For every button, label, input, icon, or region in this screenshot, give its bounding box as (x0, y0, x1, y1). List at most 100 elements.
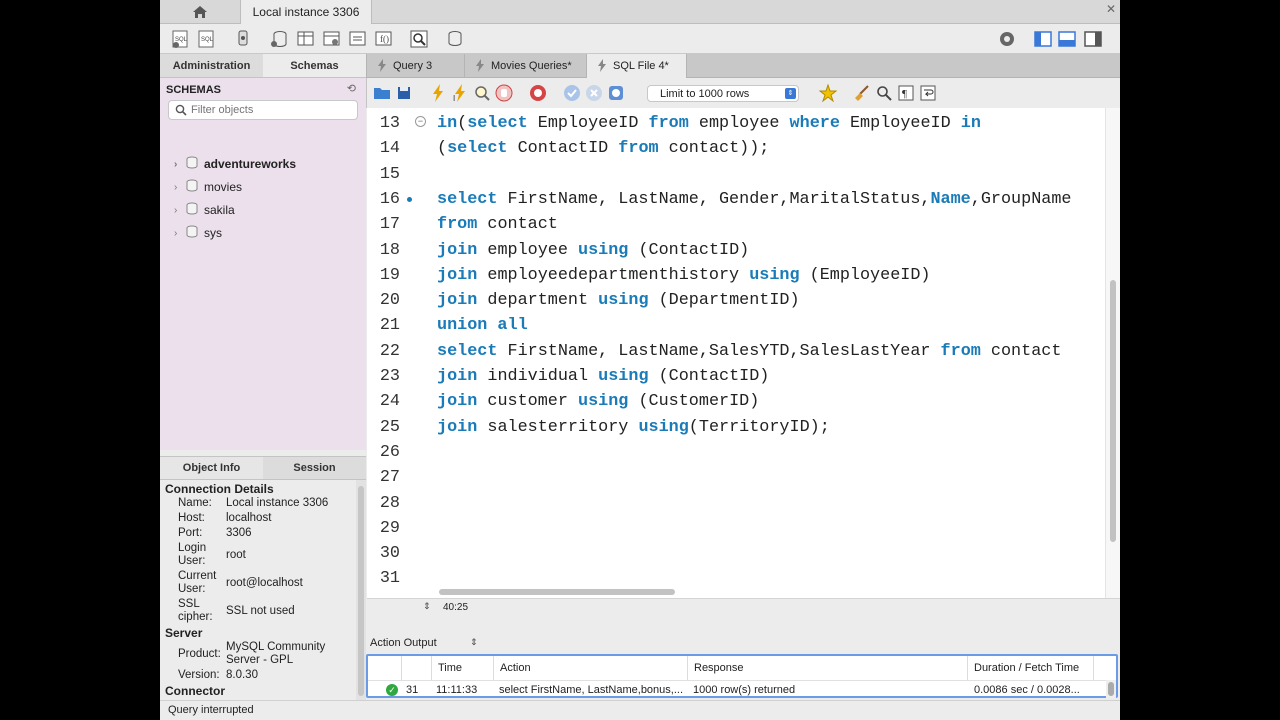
code-token: EmployeeID (839, 114, 961, 133)
code-token: ContactID (507, 139, 619, 159)
chevron-right-icon[interactable]: › (174, 182, 186, 193)
code-line[interactable]: 15 (367, 162, 1105, 187)
tab-query-3[interactable]: Query 3 (367, 54, 465, 78)
chevron-right-icon[interactable]: › (174, 205, 186, 216)
chevron-right-icon[interactable]: › (174, 228, 186, 239)
code-line[interactable]: 28 (367, 491, 1105, 516)
tab-object-info[interactable]: Object Info (160, 457, 263, 479)
info-scrollbar[interactable] (356, 480, 366, 700)
code-line[interactable]: 19 join employeedepartmenthistory using (… (367, 263, 1105, 288)
stop-hand-icon[interactable] (493, 82, 515, 104)
chevron-updown-icon[interactable]: ⇕ (470, 637, 478, 648)
code-line[interactable]: 16 select FirstName, LastName, Gender,Mar… (367, 187, 1105, 212)
connection-tab[interactable]: Local instance 3306 (240, 0, 372, 24)
scrollbar-thumb[interactable] (1110, 280, 1116, 542)
tab-movies-queries[interactable]: Movies Queries* (465, 54, 587, 78)
scrollbar-thumb[interactable] (439, 589, 675, 595)
schema-item-sys[interactable]: › sys (174, 223, 222, 243)
execute-current-statement-icon[interactable]: I (449, 82, 471, 104)
beautify-broom-icon[interactable] (851, 82, 873, 104)
code-line[interactable]: 20 join department using (DepartmentID) (367, 288, 1105, 313)
create-procedure-icon[interactable] (346, 28, 368, 50)
output-scrollbar[interactable] (1106, 680, 1116, 698)
code-line[interactable]: 18 join employee using (ContactID) (367, 238, 1105, 263)
query-tab-bar: Query 3 Movies Queries* SQL File 4* (366, 54, 1120, 78)
code-line[interactable]: 24 join customer using (CustomerID) (367, 389, 1105, 414)
reconnect-icon[interactable] (444, 28, 466, 50)
code-line[interactable]: 25 join salesterritory using(TerritoryID)… (367, 415, 1105, 440)
toggle-sidebar-icon[interactable] (1032, 28, 1054, 50)
code-line[interactable]: 14 (select ContactID from contact)); (367, 136, 1105, 161)
tab-sql-file-4[interactable]: SQL File 4* (587, 54, 687, 78)
chevron-updown-icon: ⇕ (785, 88, 796, 99)
refresh-icon[interactable]: ⟲ (347, 82, 356, 95)
column-header-duration[interactable]: Duration / Fetch Time (968, 656, 1094, 680)
fold-toggle-icon[interactable]: − (415, 116, 426, 127)
code-token: FirstName, LastName,SalesYTD,SalesLastYe… (497, 341, 941, 361)
sql-editor[interactable]: 13− in(select EmployeeID from employee wh… (367, 108, 1105, 598)
create-view-icon[interactable] (320, 28, 342, 50)
preferences-gear-icon[interactable] (996, 28, 1018, 50)
toggle-output-panel-icon[interactable] (1056, 28, 1078, 50)
keyword-token: join (437, 291, 478, 311)
lightning-icon (598, 59, 606, 72)
info-tabs: Object Info Session (160, 456, 366, 480)
editor-vertical-scrollbar[interactable] (1105, 108, 1120, 598)
code-line[interactable]: 17 from contact (367, 212, 1105, 237)
code-line[interactable]: 29 (367, 516, 1105, 541)
create-function-icon[interactable]: f() (372, 28, 394, 50)
port-label: Port: (178, 527, 203, 539)
action-output-select[interactable]: Action Output (370, 637, 437, 649)
autocommit-icon[interactable] (605, 82, 627, 104)
code-line[interactable]: 30 (367, 541, 1105, 566)
find-magnifier-icon[interactable] (873, 82, 895, 104)
save-icon[interactable] (393, 82, 415, 104)
code-line[interactable]: 23 join individual using (ContactID) (367, 364, 1105, 389)
line-number: 21 (379, 316, 400, 336)
tab-schemas[interactable]: Schemas (263, 54, 366, 77)
rollback-icon[interactable] (583, 82, 605, 104)
column-header-action[interactable]: Action (494, 656, 688, 680)
code-line[interactable]: 26 (367, 440, 1105, 465)
code-line[interactable]: 27 (367, 465, 1105, 490)
scrollbar-thumb[interactable] (1108, 682, 1114, 696)
word-wrap-icon[interactable] (917, 82, 939, 104)
keyword-token: select (437, 341, 498, 361)
code-line[interactable]: 13− in(select EmployeeID from employee wh… (367, 111, 1105, 136)
close-icon[interactable]: ✕ (1106, 2, 1116, 16)
column-header-response[interactable]: Response (688, 656, 968, 680)
invisible-chars-icon[interactable]: ¶ (895, 82, 917, 104)
toggle-secondary-sidebar-icon[interactable] (1082, 28, 1104, 50)
search-table-data-icon[interactable] (408, 28, 430, 50)
schema-item-adventureworks[interactable]: › adventureworks (174, 154, 296, 174)
execute-lightning-icon[interactable] (427, 82, 449, 104)
keyword-token: join (437, 367, 478, 386)
home-tab[interactable] (160, 0, 240, 24)
code-line[interactable]: 21 union all (367, 313, 1105, 338)
code-line[interactable]: 22 select FirstName, LastName,SalesYTD,Sa… (367, 339, 1105, 364)
tab-administration[interactable]: Administration (160, 54, 263, 77)
column-header-time[interactable]: Time (432, 656, 494, 680)
toggle-error-icon[interactable] (527, 82, 549, 104)
filter-objects-field[interactable] (168, 100, 358, 120)
schema-item-sakila[interactable]: › sakila (174, 200, 235, 220)
add-snippet-star-icon[interactable] (817, 82, 839, 104)
new-sql-tab-icon[interactable]: SQL (170, 28, 192, 50)
scrollbar-thumb[interactable] (358, 486, 364, 696)
commit-icon[interactable] (561, 82, 583, 104)
create-table-icon[interactable] (294, 28, 316, 50)
chevron-updown-icon[interactable]: ⇕ (423, 601, 431, 612)
create-schema-icon[interactable] (268, 28, 290, 50)
schema-item-movies[interactable]: › movies (174, 177, 242, 197)
limit-rows-select[interactable]: Limit to 1000 rows ⇕ (647, 85, 799, 102)
keyword-token: union all (437, 316, 528, 336)
table-row[interactable]: ✓ 31 11:11:33 select FirstName, LastName… (368, 682, 1116, 700)
explain-magnifier-icon[interactable] (471, 82, 493, 104)
chevron-right-icon[interactable]: › (174, 159, 186, 170)
inspector-icon[interactable] (232, 28, 254, 50)
editor-horizontal-scrollbar[interactable] (367, 586, 1105, 598)
open-folder-icon[interactable] (371, 82, 393, 104)
tab-session[interactable]: Session (263, 457, 366, 479)
open-sql-script-icon[interactable]: SQL (196, 28, 218, 50)
filter-objects-input[interactable] (191, 103, 351, 117)
